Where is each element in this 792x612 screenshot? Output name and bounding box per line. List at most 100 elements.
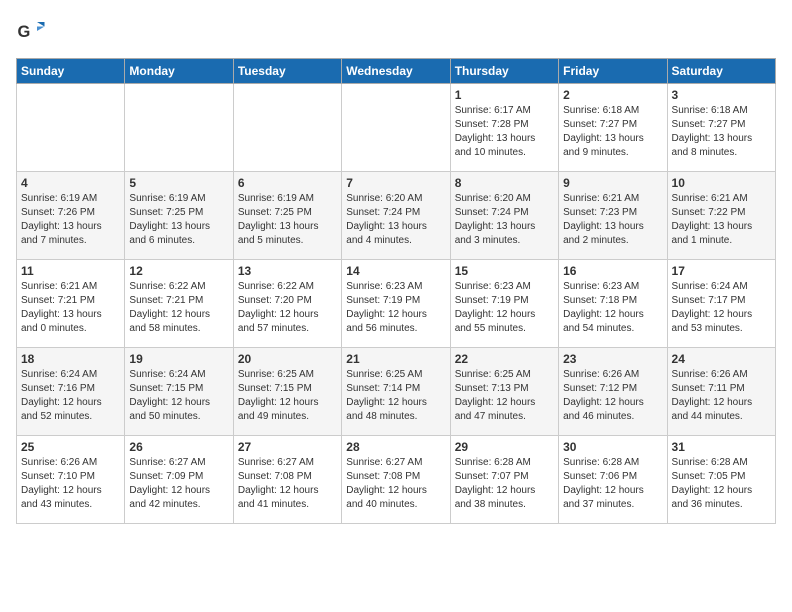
calendar-week-row: 11 Sunrise: 6:21 AM Sunset: 7:21 PM Dayli… (17, 260, 776, 348)
day-number: 10 (672, 176, 771, 190)
day-number: 24 (672, 352, 771, 366)
calendar-day-cell: 11 Sunrise: 6:21 AM Sunset: 7:21 PM Dayli… (17, 260, 125, 348)
calendar-day-cell: 5Sunrise: 6:19 AM Sunset: 7:25 PM Daylig… (125, 172, 233, 260)
weekday-header: Tuesday (233, 59, 341, 84)
day-info: Sunrise: 6:27 AM Sunset: 7:08 PM Dayligh… (346, 456, 445, 512)
calendar-day-cell: 8 Sunrise: 6:20 AM Sunset: 7:24 PM Daylig… (450, 172, 558, 260)
day-info: Sunrise: 6:19 AM Sunset: 7:25 PM Dayligh… (238, 192, 337, 248)
day-number: 9 (563, 176, 662, 190)
day-number: 3 (672, 88, 771, 102)
calendar-day-cell: 12 Sunrise: 6:22 AM Sunset: 7:21 PM Dayli… (125, 260, 233, 348)
calendar-day-cell: 16 Sunrise: 6:23 AM Sunset: 7:18 PM Dayli… (559, 260, 667, 348)
calendar-day-cell: 14 Sunrise: 6:23 AM Sunset: 7:19 PM Dayli… (342, 260, 450, 348)
day-number: 13 (238, 264, 337, 278)
day-info: Sunrise: 6:22 AM Sunset: 7:21 PM Dayligh… (129, 280, 228, 336)
day-number: 25 (21, 440, 120, 454)
calendar-day-cell: 22 Sunrise: 6:25 AM Sunset: 7:13 PM Dayli… (450, 348, 558, 436)
day-info: Sunrise: 6:23 AM Sunset: 7:19 PM Dayligh… (346, 280, 445, 336)
day-info: Sunrise: 6:19 AM Sunset: 7:26 PM Dayligh… (21, 192, 120, 248)
calendar-week-row: 4 Sunrise: 6:19 AM Sunset: 7:26 PM Daylig… (17, 172, 776, 260)
day-number: 16 (563, 264, 662, 278)
day-info: Sunrise: 6:23 AM Sunset: 7:18 PM Dayligh… (563, 280, 662, 336)
day-number: 6 (238, 176, 337, 190)
day-number: 17 (672, 264, 771, 278)
day-info: Sunrise: 6:20 AM Sunset: 7:24 PM Dayligh… (455, 192, 554, 248)
day-info: Sunrise: 6:21 AM Sunset: 7:23 PM Dayligh… (563, 192, 662, 248)
calendar-day-cell: 19Sunrise: 6:24 AM Sunset: 7:15 PM Dayli… (125, 348, 233, 436)
weekday-header: Monday (125, 59, 233, 84)
day-info: Sunrise: 6:24 AM Sunset: 7:17 PM Dayligh… (672, 280, 771, 336)
calendar-day-cell: 25 Sunrise: 6:26 AM Sunset: 7:10 PM Dayli… (17, 436, 125, 524)
calendar-body: 1 Sunrise: 6:17 AM Sunset: 7:28 PM Daylig… (17, 84, 776, 524)
day-number: 2 (563, 88, 662, 102)
day-info: Sunrise: 6:21 AM Sunset: 7:22 PM Dayligh… (672, 192, 771, 248)
calendar-day-cell: 26 Sunrise: 6:27 AM Sunset: 7:09 PM Dayli… (125, 436, 233, 524)
day-info: Sunrise: 6:26 AM Sunset: 7:10 PM Dayligh… (21, 456, 120, 512)
calendar-day-cell: 6 Sunrise: 6:19 AM Sunset: 7:25 PM Daylig… (233, 172, 341, 260)
day-info: Sunrise: 6:28 AM Sunset: 7:07 PM Dayligh… (455, 456, 554, 512)
day-info: Sunrise: 6:18 AM Sunset: 7:27 PM Dayligh… (672, 104, 771, 160)
day-number: 12 (129, 264, 228, 278)
day-number: 5 (129, 176, 228, 190)
weekday-header: Friday (559, 59, 667, 84)
calendar-day-cell (125, 84, 233, 172)
calendar-day-cell: 1 Sunrise: 6:17 AM Sunset: 7:28 PM Daylig… (450, 84, 558, 172)
calendar-day-cell: 7 Sunrise: 6:20 AM Sunset: 7:24 PM Daylig… (342, 172, 450, 260)
day-info: Sunrise: 6:26 AM Sunset: 7:12 PM Dayligh… (563, 368, 662, 424)
day-number: 11 (21, 264, 120, 278)
day-number: 22 (455, 352, 554, 366)
day-info: Sunrise: 6:21 AM Sunset: 7:21 PM Dayligh… (21, 280, 120, 336)
calendar-day-cell: 28Sunrise: 6:27 AM Sunset: 7:08 PM Dayli… (342, 436, 450, 524)
weekday-header: Saturday (667, 59, 775, 84)
day-number: 4 (21, 176, 120, 190)
calendar-day-cell: 18Sunrise: 6:24 AM Sunset: 7:16 PM Dayli… (17, 348, 125, 436)
day-number: 19 (129, 352, 228, 366)
day-number: 30 (563, 440, 662, 454)
calendar-day-cell: 29 Sunrise: 6:28 AM Sunset: 7:07 PM Dayli… (450, 436, 558, 524)
calendar-day-cell: 27Sunrise: 6:27 AM Sunset: 7:08 PM Dayli… (233, 436, 341, 524)
calendar-day-cell: 17 Sunrise: 6:24 AM Sunset: 7:17 PM Dayli… (667, 260, 775, 348)
calendar-day-cell (233, 84, 341, 172)
calendar-day-cell: 31 Sunrise: 6:28 AM Sunset: 7:05 PM Dayli… (667, 436, 775, 524)
day-number: 21 (346, 352, 445, 366)
day-number: 1 (455, 88, 554, 102)
svg-text:G: G (18, 23, 31, 41)
calendar-day-cell: 15 Sunrise: 6:23 AM Sunset: 7:19 PM Dayli… (450, 260, 558, 348)
calendar-day-cell (342, 84, 450, 172)
day-number: 23 (563, 352, 662, 366)
calendar-week-row: 1 Sunrise: 6:17 AM Sunset: 7:28 PM Daylig… (17, 84, 776, 172)
day-info: Sunrise: 6:28 AM Sunset: 7:05 PM Dayligh… (672, 456, 771, 512)
day-info: Sunrise: 6:26 AM Sunset: 7:11 PM Dayligh… (672, 368, 771, 424)
calendar-week-row: 18Sunrise: 6:24 AM Sunset: 7:16 PM Dayli… (17, 348, 776, 436)
calendar-day-cell: 24 Sunrise: 6:26 AM Sunset: 7:11 PM Dayli… (667, 348, 775, 436)
day-info: Sunrise: 6:20 AM Sunset: 7:24 PM Dayligh… (346, 192, 445, 248)
day-info: Sunrise: 6:23 AM Sunset: 7:19 PM Dayligh… (455, 280, 554, 336)
weekday-header: Thursday (450, 59, 558, 84)
weekday-header: Sunday (17, 59, 125, 84)
day-info: Sunrise: 6:17 AM Sunset: 7:28 PM Dayligh… (455, 104, 554, 160)
day-info: Sunrise: 6:25 AM Sunset: 7:13 PM Dayligh… (455, 368, 554, 424)
day-info: Sunrise: 6:25 AM Sunset: 7:15 PM Dayligh… (238, 368, 337, 424)
day-number: 31 (672, 440, 771, 454)
day-info: Sunrise: 6:18 AM Sunset: 7:27 PM Dayligh… (563, 104, 662, 160)
weekday-header: Wednesday (342, 59, 450, 84)
day-info: Sunrise: 6:27 AM Sunset: 7:09 PM Dayligh… (129, 456, 228, 512)
day-number: 26 (129, 440, 228, 454)
calendar-day-cell: 4 Sunrise: 6:19 AM Sunset: 7:26 PM Daylig… (17, 172, 125, 260)
day-info: Sunrise: 6:28 AM Sunset: 7:06 PM Dayligh… (563, 456, 662, 512)
calendar-header-row: SundayMondayTuesdayWednesdayThursdayFrid… (17, 59, 776, 84)
day-info: Sunrise: 6:22 AM Sunset: 7:20 PM Dayligh… (238, 280, 337, 336)
day-number: 7 (346, 176, 445, 190)
calendar-day-cell: 3 Sunrise: 6:18 AM Sunset: 7:27 PM Daylig… (667, 84, 775, 172)
day-number: 8 (455, 176, 554, 190)
calendar-day-cell: 13 Sunrise: 6:22 AM Sunset: 7:20 PM Dayli… (233, 260, 341, 348)
page-header: G (16, 16, 776, 46)
day-number: 29 (455, 440, 554, 454)
day-info: Sunrise: 6:25 AM Sunset: 7:14 PM Dayligh… (346, 368, 445, 424)
day-number: 20 (238, 352, 337, 366)
day-number: 15 (455, 264, 554, 278)
calendar-day-cell: 23 Sunrise: 6:26 AM Sunset: 7:12 PM Dayli… (559, 348, 667, 436)
day-number: 14 (346, 264, 445, 278)
calendar-day-cell: 2 Sunrise: 6:18 AM Sunset: 7:27 PM Daylig… (559, 84, 667, 172)
day-info: Sunrise: 6:24 AM Sunset: 7:16 PM Dayligh… (21, 368, 120, 424)
